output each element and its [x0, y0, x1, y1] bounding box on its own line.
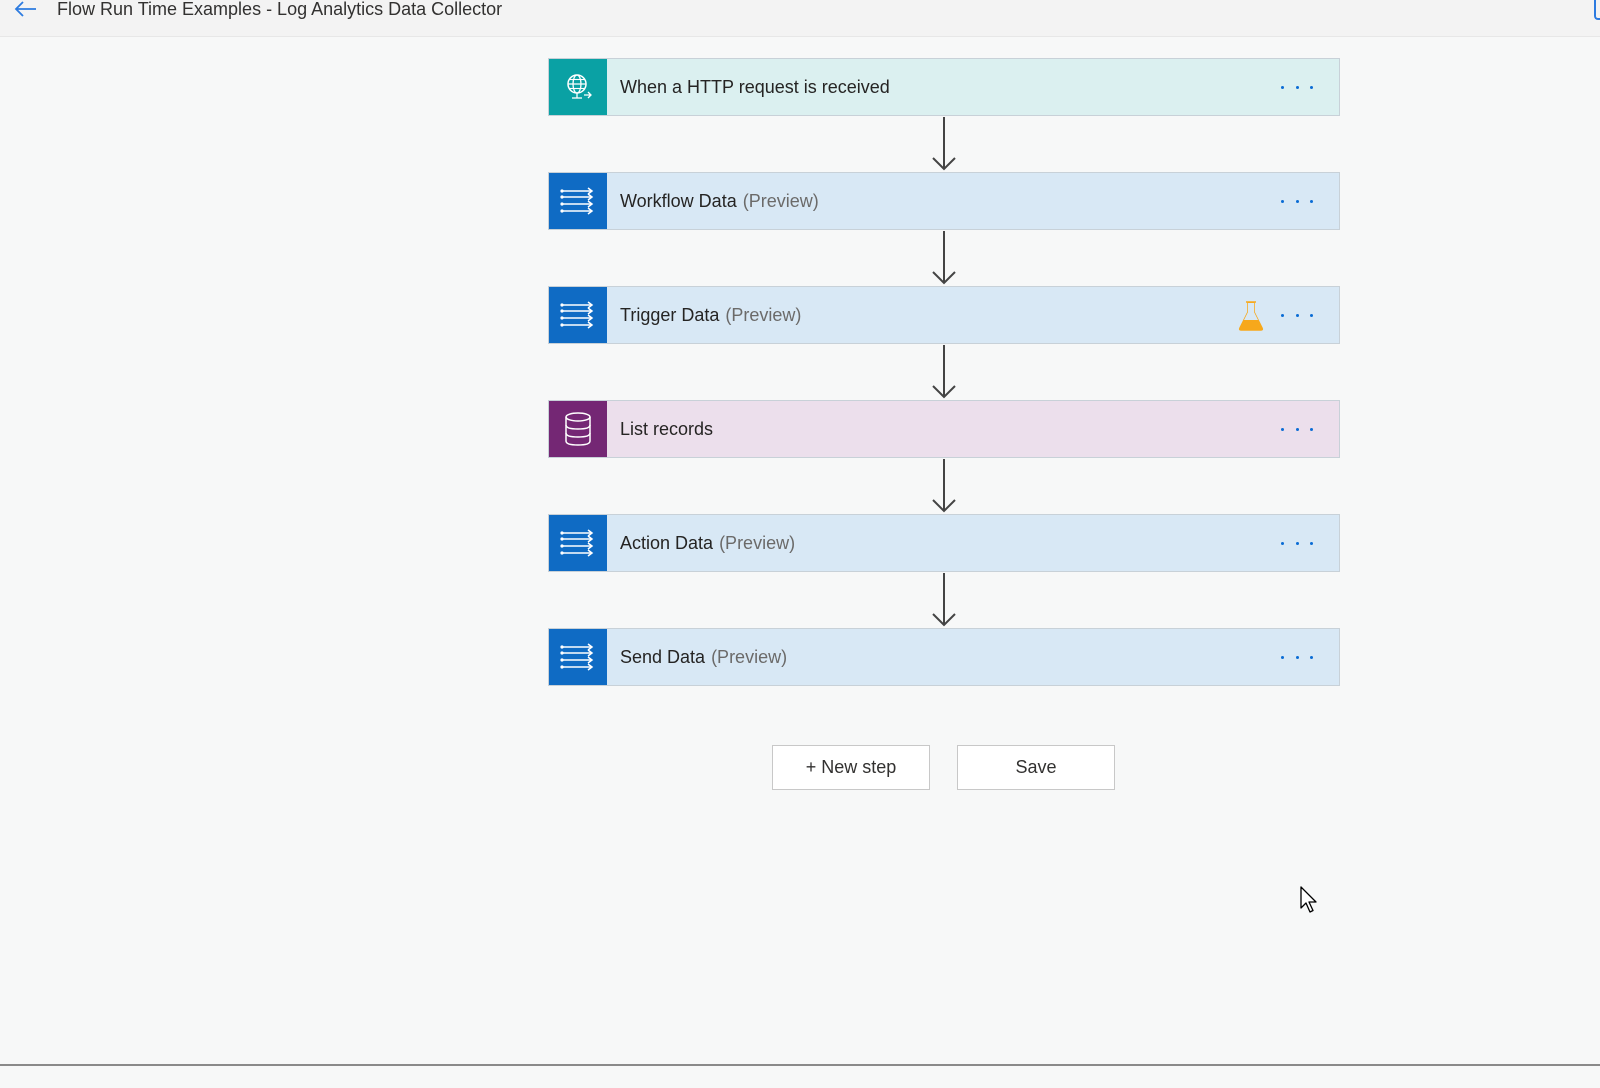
step-label: Send Data (Preview) [620, 629, 787, 685]
step-title: List records [620, 419, 714, 439]
step-label: Trigger Data (Preview) [620, 287, 801, 343]
step-workflow-data[interactable]: Workflow Data (Preview) [548, 172, 1340, 230]
http-globe-icon [567, 74, 592, 99]
dot-icon [1281, 85, 1284, 89]
page-title: Flow Run Time Examples - Log Analytics D… [57, 0, 503, 19]
connector-arrow [932, 345, 956, 399]
step-label: Workflow Data (Preview) [620, 173, 819, 229]
database-icon [565, 412, 591, 446]
connector-arrow [932, 459, 956, 513]
dot-icon [1295, 655, 1299, 659]
connector-arrow [932, 231, 956, 285]
dot-icon [1310, 313, 1313, 317]
more-options-button[interactable] [1281, 647, 1313, 667]
step-icon-box [549, 59, 607, 115]
dot-icon [1310, 427, 1313, 431]
dot-icon [1310, 199, 1313, 203]
bottom-divider [0, 1064, 1600, 1066]
dot-icon [1281, 313, 1284, 317]
dot-icon [1310, 85, 1313, 89]
step-http-request[interactable]: When a HTTP request is received [548, 58, 1340, 116]
data-stream-icon [560, 187, 594, 215]
dot-icon [1295, 541, 1299, 545]
data-stream-icon [560, 643, 594, 671]
back-button[interactable] [12, 0, 40, 22]
save-button[interactable]: Save [957, 745, 1115, 790]
window-edge-icon [1594, 0, 1600, 20]
step-title: Action Data [620, 533, 714, 553]
dot-icon [1281, 655, 1284, 659]
connector-arrow [932, 573, 956, 627]
data-stream-icon [560, 301, 594, 329]
top-bar: Flow Run Time Examples - Log Analytics D… [0, 0, 1600, 37]
more-options-button[interactable] [1281, 533, 1313, 553]
dot-icon [1281, 541, 1284, 545]
step-title: Trigger Data [620, 305, 720, 325]
preview-tag: (Preview) [742, 191, 819, 211]
dot-icon [1310, 541, 1313, 545]
step-send-data[interactable]: Send Data (Preview) [548, 628, 1340, 686]
dot-icon [1295, 85, 1299, 89]
preview-tag: (Preview) [725, 305, 802, 325]
more-options-button[interactable] [1281, 191, 1313, 211]
step-label: When a HTTP request is received [620, 59, 890, 115]
more-options-button[interactable] [1281, 305, 1313, 325]
data-stream-icon [560, 529, 594, 557]
dot-icon [1281, 199, 1284, 203]
dot-icon [1295, 313, 1299, 317]
step-list-records[interactable]: List records [548, 400, 1340, 458]
step-label: Action Data (Preview) [620, 515, 795, 571]
step-icon-box [549, 629, 607, 685]
step-title: When a HTTP request is received [620, 77, 890, 97]
flask-icon[interactable] [1237, 300, 1265, 332]
more-options-button[interactable] [1281, 419, 1313, 439]
step-label: List records [620, 401, 713, 457]
step-icon-box [549, 287, 607, 343]
connector-arrow [932, 117, 956, 171]
step-icon-box [549, 401, 607, 457]
step-title: Send Data [620, 647, 706, 667]
step-icon-box [549, 173, 607, 229]
step-title: Workflow Data [620, 191, 737, 211]
more-options-button[interactable] [1281, 77, 1313, 97]
step-action-data[interactable]: Action Data (Preview) [548, 514, 1340, 572]
preview-tag: (Preview) [719, 533, 796, 553]
dot-icon [1281, 427, 1284, 431]
step-trigger-data[interactable]: Trigger Data (Preview) [548, 286, 1340, 344]
step-icon-box [549, 515, 607, 571]
dot-icon [1310, 655, 1313, 659]
mouse-cursor-icon [1300, 886, 1317, 913]
preview-tag: (Preview) [711, 647, 788, 667]
dot-icon [1295, 427, 1299, 431]
new-step-button[interactable]: + New step [772, 745, 930, 790]
dot-icon [1295, 199, 1299, 203]
back-arrow-icon [14, 1, 36, 17]
